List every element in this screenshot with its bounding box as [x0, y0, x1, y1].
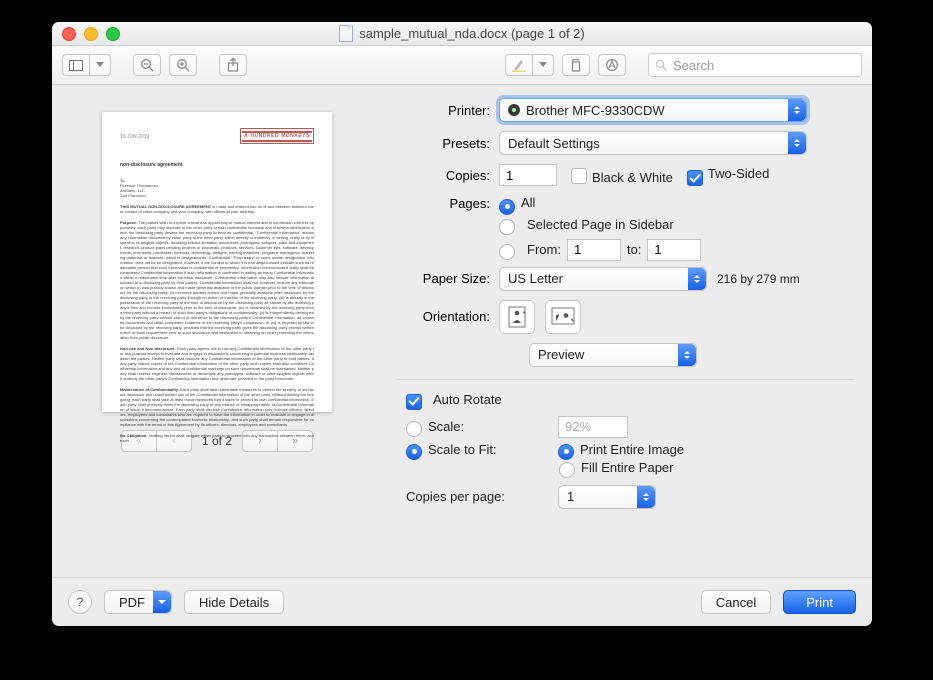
print-entire-radio[interactable]	[558, 444, 574, 460]
pages-to-label: to:	[627, 242, 641, 257]
sidebar-view-button[interactable]	[62, 54, 90, 76]
chevron-down-icon	[153, 591, 171, 613]
printer-value: Brother MFC-9330CDW	[526, 103, 665, 118]
pdf-label: PDF	[119, 595, 145, 610]
two-sided-label: Two-Sided	[708, 166, 769, 181]
search-placeholder: Search	[673, 58, 714, 73]
chevron-updown-icon	[788, 99, 806, 121]
presets-select[interactable]: Default Settings	[499, 131, 807, 155]
scale-to-fit-radio[interactable]	[406, 444, 422, 460]
auto-rotate-label: Auto Rotate	[433, 392, 502, 407]
pages-to-input[interactable]	[647, 239, 701, 261]
copies-input[interactable]	[499, 164, 557, 186]
two-sided-checkbox[interactable]	[687, 170, 703, 186]
orientation-landscape-button[interactable]	[545, 300, 581, 334]
pdf-menu-button[interactable]: PDF	[104, 590, 172, 614]
window-title: sample_mutual_nda.docx (page 1 of 2)	[359, 26, 584, 41]
highlight-button[interactable]	[505, 54, 533, 76]
module-select[interactable]: Preview	[529, 343, 697, 367]
presets-label: Presets:	[384, 136, 499, 151]
hide-details-button[interactable]: Hide Details	[184, 590, 284, 614]
sidebar-view-menu[interactable]	[90, 54, 111, 76]
pages-selected-label: Selected Page in Sidebar	[527, 217, 674, 232]
toolbar: Search	[52, 46, 872, 85]
dialog-footer: ? PDF Hide Details Cancel Print	[52, 577, 872, 626]
zoom-out-button[interactable]	[133, 54, 161, 76]
preview-pane: 10 JUN 2019 A·HUNDRED·MONKEYS non-disclo…	[52, 84, 382, 578]
landscape-icon	[551, 307, 575, 327]
printer-status-icon	[508, 104, 520, 116]
copies-label: Copies:	[384, 168, 499, 183]
chevron-updown-icon	[688, 268, 706, 290]
help-button[interactable]: ?	[68, 590, 92, 614]
black-white-label: Black & White	[592, 170, 673, 185]
print-button[interactable]: Print	[783, 590, 856, 614]
highlight-menu[interactable]	[533, 54, 554, 76]
chevron-updown-icon	[637, 486, 655, 508]
chevron-updown-icon	[788, 132, 806, 154]
titlebar: sample_mutual_nda.docx (page 1 of 2)	[52, 22, 872, 46]
auto-rotate-checkbox[interactable]	[406, 394, 422, 410]
document-icon	[339, 25, 353, 42]
orientation-portrait-button[interactable]	[499, 300, 535, 334]
search-icon	[655, 59, 667, 71]
print-dialog-window: sample_mutual_nda.docx (page 1 of 2)	[52, 22, 872, 626]
scale-to-fit-label: Scale to Fit:	[428, 442, 558, 457]
print-entire-label: Print Entire Image	[580, 442, 684, 457]
rotate-button[interactable]	[562, 54, 590, 76]
paper-dimensions: 216 by 279 mm	[717, 272, 800, 286]
pages-from-label: From:	[527, 242, 561, 257]
fill-entire-radio[interactable]	[559, 462, 575, 478]
pages-label: Pages:	[384, 196, 499, 211]
printer-select[interactable]: Brother MFC-9330CDW	[499, 98, 807, 122]
chevron-updown-icon	[678, 344, 696, 366]
pages-from-input[interactable]	[567, 239, 621, 261]
pages-selected-radio[interactable]	[499, 219, 515, 235]
page-preview[interactable]: 10 JUN 2019 A·HUNDRED·MONKEYS non-disclo…	[102, 112, 332, 412]
markup-button[interactable]	[598, 54, 626, 76]
scale-input	[558, 416, 628, 438]
black-white-checkbox[interactable]	[571, 168, 587, 184]
copies-per-page-select[interactable]: 1	[558, 485, 656, 509]
paper-size-select[interactable]: US Letter	[499, 267, 707, 291]
separator	[396, 379, 854, 380]
paper-size-value: US Letter	[508, 271, 563, 286]
pages-range-radio[interactable]	[499, 244, 515, 260]
scale-label: Scale:	[428, 419, 558, 434]
pages-all-radio[interactable]	[499, 199, 515, 215]
copies-per-page-value: 1	[567, 489, 574, 504]
search-field[interactable]: Search	[648, 53, 862, 77]
copies-per-page-label: Copies per page:	[406, 489, 558, 504]
fill-entire-label: Fill Entire Paper	[581, 460, 673, 475]
module-value: Preview	[538, 347, 584, 362]
cancel-button[interactable]: Cancel	[701, 590, 771, 614]
printer-label: Printer:	[384, 103, 499, 118]
scale-radio[interactable]	[406, 421, 422, 437]
orientation-label: Orientation:	[384, 309, 499, 324]
share-button[interactable]	[219, 54, 247, 76]
paper-size-label: Paper Size:	[384, 271, 499, 286]
portrait-icon	[508, 306, 526, 328]
presets-value: Default Settings	[508, 136, 600, 151]
print-options-pane: Printer: Brother MFC-9330CDW Presets: De…	[382, 84, 872, 578]
pages-all-label: All	[521, 195, 535, 210]
zoom-in-button[interactable]	[169, 54, 197, 76]
